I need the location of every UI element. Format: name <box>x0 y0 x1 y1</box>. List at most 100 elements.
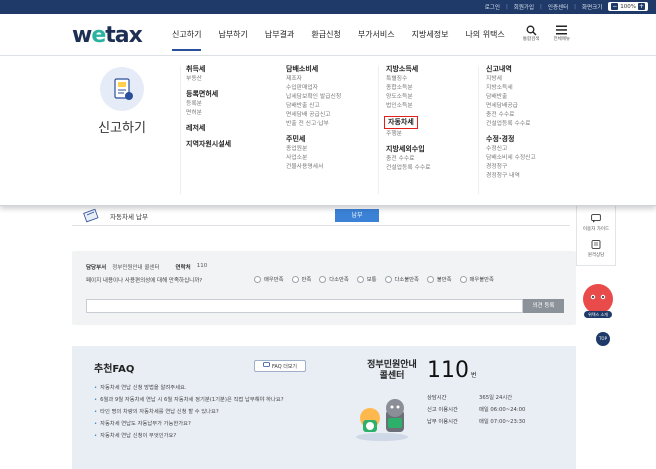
menu-item[interactable]: 건설업등록 수수료 <box>486 120 536 129</box>
menu-item[interactable]: 제조자 <box>286 75 341 84</box>
menu-item[interactable]: 법인소득분 <box>386 102 431 111</box>
menu-item[interactable]: 양도소득분 <box>386 93 431 102</box>
faq-item[interactable]: 자동차세 연납도 자동납부가 가능한가요? <box>94 418 284 430</box>
option-very-dissatisfied[interactable]: 매우불만족 <box>459 275 494 283</box>
menu-item[interactable]: 경정청구 내역 <box>486 172 536 181</box>
menu-item[interactable]: 지방세 <box>486 75 536 84</box>
signup-link[interactable]: 회원가입 <box>514 3 534 11</box>
menu-head[interactable]: 취득세 <box>186 65 231 74</box>
menu-item[interactable]: 등록분 <box>186 100 231 109</box>
menu-item[interactable]: 반출 전 신고·납부 <box>286 120 341 129</box>
menu-item[interactable]: 종업원분 <box>286 145 341 154</box>
faq-item[interactable]: 자동차세 연납 신청이 무엇인가요? <box>94 430 284 442</box>
menu-item[interactable]: 특별징수 <box>386 75 431 84</box>
nav-pay-result[interactable]: 납부결과 <box>265 29 294 40</box>
menu-head[interactable]: 주민세 <box>286 135 341 144</box>
utility-bar: 로그인 | 회원가입 | 인증센터 | 화면크기 − 100% + <box>0 0 656 14</box>
radio[interactable] <box>459 275 467 283</box>
option-label: 매우불만족 <box>469 277 494 283</box>
zoom-out-button[interactable]: − <box>611 3 619 10</box>
menu-item[interactable]: 경정청구 <box>486 163 536 172</box>
menu-head[interactable]: 담배소비세 <box>286 65 341 74</box>
option-somewhat-satisfied[interactable]: 다소만족 <box>319 275 349 283</box>
menu-head[interactable]: 신고내역 <box>486 65 536 74</box>
pay-button[interactable]: 납부 <box>335 209 379 222</box>
menu-item[interactable]: 면세담배 공급신고 <box>286 111 341 120</box>
cert-center-link[interactable]: 인증센터 <box>548 3 568 11</box>
option-somewhat-dissatisfied[interactable]: 다소불만족 <box>384 275 419 283</box>
faq-more-button[interactable]: FAQ 더보기 <box>254 360 306 372</box>
phone-label: 연락처 <box>175 265 191 271</box>
menu-head[interactable]: 지역자원시설세 <box>186 140 231 149</box>
option-neutral[interactable]: 보통 <box>356 275 377 283</box>
menu-head-highlighted[interactable]: 자동차세 <box>384 116 418 129</box>
menu-item[interactable]: 면허분 <box>186 109 231 118</box>
nav-extra-service[interactable]: 부가서비스 <box>358 29 395 40</box>
nav-pay[interactable]: 납부하기 <box>218 29 247 40</box>
menu-item[interactable]: 수정신고 <box>486 145 536 154</box>
faq-list: 자동차세 연납 신청 방법을 알려주세요. 6월과 9월 자동차세 연납 시 6… <box>94 382 284 442</box>
wetax-logo[interactable]: wetax <box>72 23 143 48</box>
radio[interactable] <box>319 275 327 283</box>
menu-item[interactable]: 담배반출 <box>486 93 536 102</box>
user-guide-label: 이용자 가이드 <box>582 227 610 232</box>
menu-item[interactable]: 충전 수수료 <box>486 111 536 120</box>
menu-item[interactable]: 담배반출 신고 <box>286 102 341 111</box>
site-header: wetax 신고하기 납부하기 납부결과 환급신청 부가서비스 지방세정보 나의… <box>0 14 656 56</box>
submit-opinion-button[interactable]: 의견 등록 <box>523 299 564 313</box>
login-link[interactable]: 로그인 <box>485 3 500 11</box>
menu-head[interactable]: 등록면허세 <box>186 90 231 99</box>
callcenter-hours: 상담시간 365일 24시간 신고 이용시간 매일 06:00~24:00 납부 이… <box>427 392 525 428</box>
remote-consult-button[interactable]: 원격상담 <box>577 240 615 258</box>
menu-head[interactable]: 지방소득세 <box>386 65 431 74</box>
nav-my-wetax[interactable]: 나의 위택스 <box>465 29 504 40</box>
divider: | <box>540 3 542 10</box>
menu-item[interactable]: 건물사용명세서 <box>286 163 341 172</box>
top-button[interactable]: TOP <box>596 332 610 346</box>
zoom-in-button[interactable]: + <box>638 3 645 10</box>
radio[interactable] <box>426 275 434 283</box>
menu-item[interactable]: 건설업등록 수수료 <box>386 164 431 173</box>
nav-tax-info[interactable]: 지방세정보 <box>412 29 449 40</box>
menu-item[interactable]: 사업소분 <box>286 154 341 163</box>
faq-item[interactable]: 자동차세 연납 신청 방법을 알려주세요. <box>94 382 284 394</box>
nav-refund[interactable]: 환급신청 <box>311 29 340 40</box>
menu-item[interactable]: 부동산 <box>186 75 231 84</box>
radio[interactable] <box>291 275 299 283</box>
search-button[interactable]: 통합검색 <box>523 24 539 42</box>
menu-item[interactable]: 납세담보확인 발급신청 <box>286 93 341 102</box>
all-menu-button[interactable]: 전체메뉴 <box>553 24 570 42</box>
radio[interactable] <box>384 275 392 283</box>
radio[interactable] <box>254 275 261 283</box>
character-intro-button[interactable]: 위택스 소개 <box>580 282 616 320</box>
screen-size-label: 화면크기 <box>582 4 603 11</box>
opinion-input[interactable] <box>86 299 523 313</box>
menu-head[interactable]: 지방세외수입 <box>386 145 431 154</box>
hours-row: 납부 이용시간 매일 07:00~23:30 <box>427 416 525 428</box>
menu-item[interactable]: 충전 수수료 <box>386 155 431 164</box>
user-guide-button[interactable]: 이용자 가이드 <box>577 214 615 232</box>
menu-item[interactable]: 담배소비세 수정신고 <box>486 154 536 163</box>
faq-item[interactable]: 타인 명의 차량의 자동차세를 연납 신청 할 수 있나요? <box>94 406 284 418</box>
radio[interactable] <box>356 275 364 283</box>
menu-item[interactable]: 지방소득세 <box>486 84 536 93</box>
option-satisfied[interactable]: 만족 <box>291 275 311 283</box>
header-icons: 통합검색 전체메뉴 <box>523 24 570 42</box>
option-label: 다소불만족 <box>394 277 419 283</box>
mascot-illustration <box>356 399 408 441</box>
menu-item[interactable]: 종합소득분 <box>386 84 431 93</box>
menu-head[interactable]: 레저세 <box>186 124 231 133</box>
hours-key: 신고 이용시간 <box>427 407 458 413</box>
menu-item[interactable]: 수입판매업자 <box>286 84 341 93</box>
nav-report[interactable]: 신고하기 <box>172 29 202 51</box>
menu-item[interactable]: 면세담배공급 <box>486 102 536 111</box>
menu-item[interactable]: 주행분 <box>386 130 431 139</box>
mega-menu: 신고하기 취득세 부동산 등록면허세 등록분 면허분 레저세 지역자원시설세 담… <box>0 56 656 206</box>
all-menu-label: 전체메뉴 <box>553 37 570 42</box>
option-very-satisfied[interactable]: 매우만족 <box>254 275 284 283</box>
menu-head[interactable]: 수정·경정 <box>486 135 536 144</box>
divider: | <box>574 3 577 10</box>
faq-item[interactable]: 6월과 9월 자동차세 연납 시 6월 자동차세 정기분(1기분)은 직접 납부… <box>94 394 283 406</box>
option-dissatisfied[interactable]: 불만족 <box>426 275 452 283</box>
survey-info: 담당부서 정부민원안내 콜센터 연락처 110 <box>86 263 207 271</box>
